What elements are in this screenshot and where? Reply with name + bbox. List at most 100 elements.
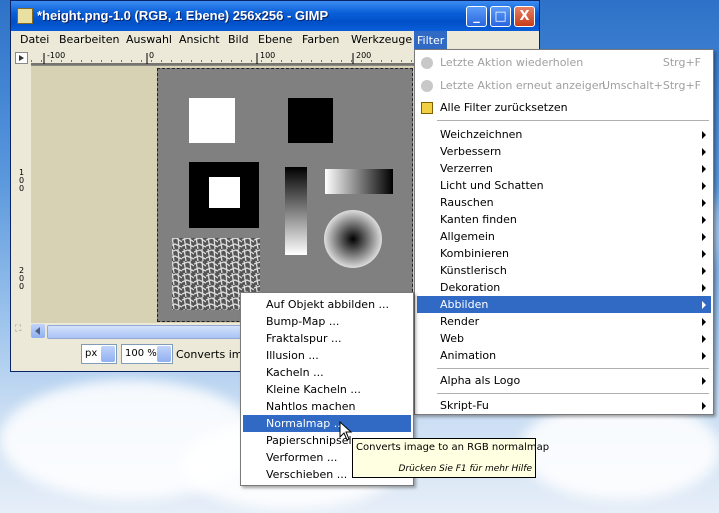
title-bar[interactable]: *height.png-1.0 (RGB, 1 Ebene) 256x256 -… [11, 1, 539, 31]
shortcut-label: Strg+F [662, 56, 701, 69]
menu-separator [437, 393, 709, 394]
chevron-left-icon [35, 327, 40, 335]
chevron-right-icon [702, 233, 706, 241]
tooltip-text: Converts image to an RGB normalmap [356, 442, 550, 453]
menu-item-label: Skript-Fu [440, 399, 489, 412]
menu-item-kleine-kacheln[interactable]: Kleine Kacheln ... [243, 381, 411, 398]
menu-item-label: Normalmap ... [266, 417, 345, 430]
menu-item-label: Render [440, 315, 480, 328]
menu-farben[interactable]: Farben [302, 33, 339, 46]
submenu-weichzeichnen[interactable]: Weichzeichnen [417, 126, 711, 143]
reshow-icon [421, 80, 433, 92]
menu-bearbeiten[interactable]: Bearbeiten [59, 33, 119, 46]
zoom-select[interactable]: 100 % [121, 344, 173, 364]
submenu-kanten-finden[interactable]: Kanten finden [417, 211, 711, 228]
submenu-kuenstlerisch[interactable]: Künstlerisch [417, 262, 711, 279]
scroll-thumb[interactable] [47, 325, 249, 339]
menu-item-nahtlos-machen[interactable]: Nahtlos machen [243, 398, 411, 415]
menu-item-auf-objekt-abbilden[interactable]: Auf Objekt abbilden ... [243, 296, 411, 313]
chevron-right-icon [702, 216, 706, 224]
menu-item-fraktalspur[interactable]: Fraktalspur ... [243, 330, 411, 347]
submenu-render[interactable]: Render [417, 313, 711, 330]
menu-item-label: Auf Objekt abbilden ... [266, 298, 390, 311]
menu-item-label: Abbilden [440, 298, 489, 311]
window-title: *height.png-1.0 (RGB, 1 Ebene) 256x256 -… [37, 8, 329, 23]
ruler-label: 1 0 0 [19, 168, 25, 193]
tooltip-hint: Drücken Sie F1 für mehr Hilfe [398, 464, 532, 474]
menu-item-reset-filters[interactable]: Alle Filter zurücksetzen [417, 99, 711, 116]
submenu-verbessern[interactable]: Verbessern [417, 143, 711, 160]
shortcut-label: Umschalt+Strg+F [602, 79, 701, 92]
menu-item-repeat-last[interactable]: Letzte Aktion wiederholen Strg+F [417, 54, 711, 71]
chevron-right-icon [702, 318, 706, 326]
unit-value: px [85, 348, 98, 359]
menu-item-label: Kanten finden [440, 213, 517, 226]
horizontal-ruler[interactable]: -100 0 100 200 [31, 51, 421, 66]
menu-item-label: Weichzeichnen [440, 128, 523, 141]
ruler-ticks [31, 53, 421, 65]
chevron-right-icon [702, 301, 706, 309]
menu-auswahl[interactable]: Auswahl [126, 33, 172, 46]
menu-item-kacheln[interactable]: Kacheln ... [243, 364, 411, 381]
vertical-ruler[interactable]: 1 0 0 2 0 0 [15, 65, 32, 323]
minimize-button[interactable]: _ [466, 6, 487, 27]
height-map-image[interactable] [157, 68, 413, 322]
navigate-icon[interactable]: ⛶ [15, 324, 29, 338]
menu-datei[interactable]: Datei [20, 33, 49, 46]
menu-bild[interactable]: Bild [228, 33, 249, 46]
filter-menu: Letzte Aktion wiederholen Strg+F Letzte … [414, 49, 714, 415]
submenu-rauschen[interactable]: Rauschen [417, 194, 711, 211]
mouse-cursor-icon [339, 421, 353, 441]
menu-item-illusion[interactable]: Illusion ... [243, 347, 411, 364]
submenu-dekoration[interactable]: Dekoration [417, 279, 711, 296]
menu-item-label: Web [440, 332, 464, 345]
submenu-web[interactable]: Web [417, 330, 711, 347]
image-canvas[interactable] [31, 66, 421, 323]
reset-icon [421, 102, 433, 114]
menu-item-label: Verzerren [440, 162, 493, 175]
submenu-licht-und-schatten[interactable]: Licht und Schatten [417, 177, 711, 194]
menu-item-normalmap[interactable]: Normalmap ... [243, 415, 411, 432]
menu-separator [437, 120, 709, 121]
menu-item-label: Dekoration [440, 281, 501, 294]
submenu-skript-fu[interactable]: Skript-Fu [417, 397, 711, 414]
menu-item-label: Animation [440, 349, 497, 362]
submenu-verzerren[interactable]: Verzerren [417, 160, 711, 177]
menu-item-label: Nahtlos machen [266, 400, 356, 413]
menu-item-label: Verschieben ... [266, 468, 348, 481]
chevron-right-icon [702, 352, 706, 360]
close-button[interactable]: X [514, 6, 535, 27]
menu-item-label: Kombinieren [440, 247, 509, 260]
menu-item-label: Alle Filter zurücksetzen [440, 101, 568, 114]
menu-item-bump-map[interactable]: Bump-Map ... [243, 313, 411, 330]
chevron-down-icon [101, 346, 115, 362]
menu-item-label: Bump-Map ... [266, 315, 340, 328]
menu-ansicht[interactable]: Ansicht [179, 33, 220, 46]
cloud [520, 400, 719, 500]
menu-item-label: Letzte Aktion wiederholen [440, 56, 584, 69]
submenu-abbilden[interactable]: Abbilden [417, 296, 711, 313]
menu-item-label: Kleine Kacheln ... [266, 383, 361, 396]
menu-item-reshow-last[interactable]: Letzte Aktion erneut anzeigen Umschalt+S… [417, 77, 711, 94]
repeat-icon [421, 57, 433, 69]
menu-item-label: Fraktalspur ... [266, 332, 342, 345]
quick-mask-toggle[interactable] [15, 52, 28, 64]
gimp-app-icon [17, 8, 33, 24]
ruler-label: 2 0 0 [19, 266, 25, 291]
maximize-button[interactable]: □ [490, 6, 511, 27]
menu-ebene[interactable]: Ebene [258, 33, 292, 46]
menu-item-label: Illusion ... [266, 349, 319, 362]
submenu-allgemein[interactable]: Allgemein [417, 228, 711, 245]
unit-select[interactable]: px [81, 344, 117, 364]
chevron-right-icon [702, 402, 706, 410]
tooltip: Converts image to an RGB normalmap Drück… [352, 438, 549, 478]
menu-filter[interactable]: Filter [414, 31, 448, 50]
menu-item-label: Letzte Aktion erneut anzeigen [440, 79, 606, 92]
scroll-left-button[interactable] [31, 324, 45, 338]
chevron-right-icon [702, 250, 706, 258]
menu-item-label: Allgemein [440, 230, 495, 243]
menu-werkzeuge[interactable]: Werkzeuge [351, 33, 412, 46]
submenu-alpha-als-logo[interactable]: Alpha als Logo [417, 372, 711, 389]
submenu-kombinieren[interactable]: Kombinieren [417, 245, 711, 262]
submenu-animation[interactable]: Animation [417, 347, 711, 364]
